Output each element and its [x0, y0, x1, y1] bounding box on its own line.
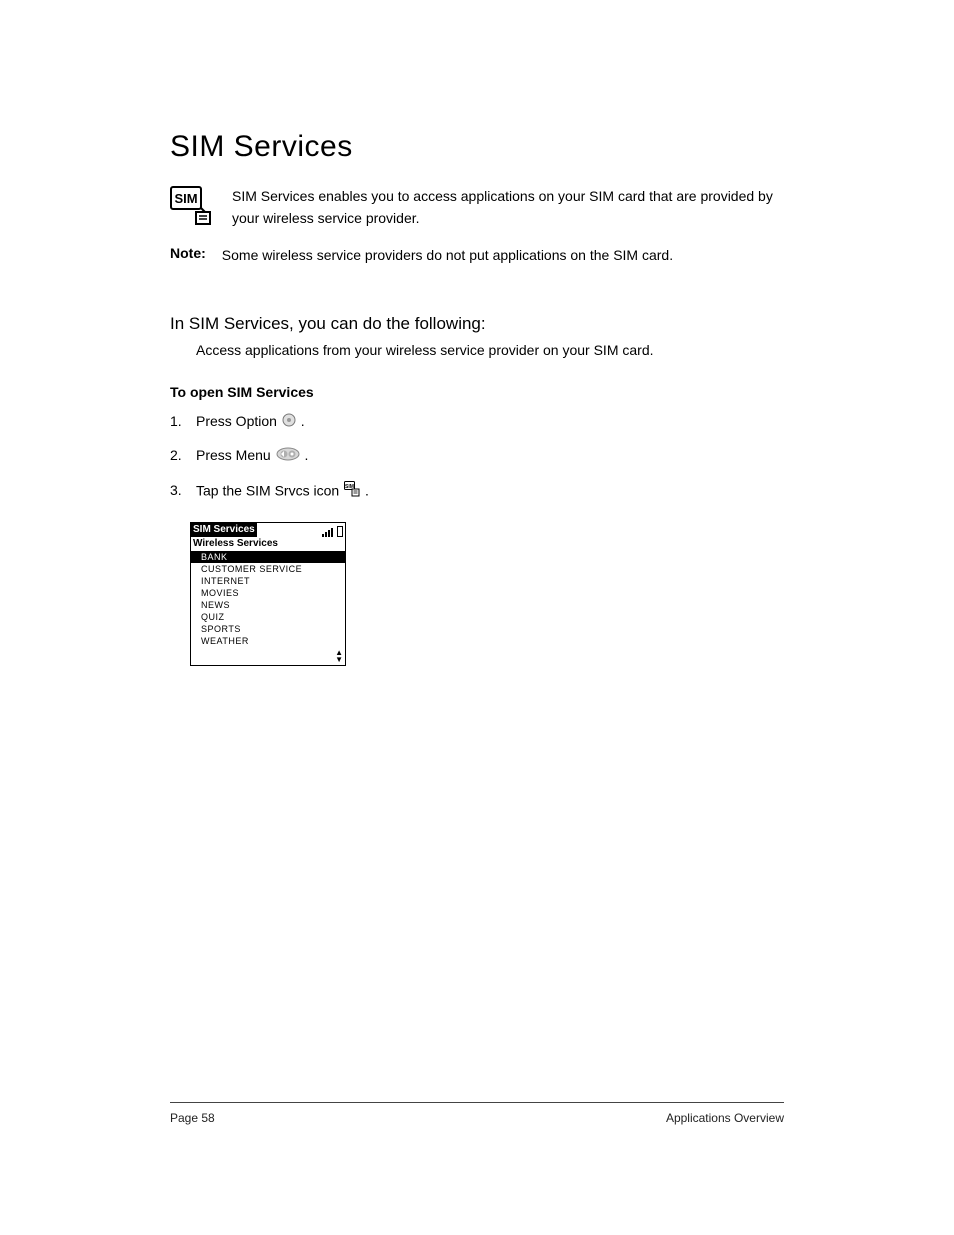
sim-srvcs-icon: SIM — [344, 481, 360, 503]
intro-row: SIM SIM Services enables you to access a… — [170, 186, 784, 229]
note-label: Note: — [170, 245, 206, 266]
screenshot-list: BANKCUSTOMER SERVICEINTERNETMOVIESNEWSQU… — [191, 551, 345, 649]
footer-section: Applications Overview — [666, 1111, 784, 1125]
intro-text: SIM Services enables you to access appli… — [232, 186, 784, 229]
page-title: SIM Services — [170, 130, 784, 164]
step-2-text-b: . — [304, 447, 308, 463]
step-2: Press Menu . — [170, 446, 784, 466]
screenshot-titlebar: SIM Services — [191, 523, 345, 537]
step-3-text-b: . — [365, 482, 369, 498]
screenshot-scroll-indicator: ▲▼ — [191, 649, 345, 665]
section-description: Access applications from your wireless s… — [196, 342, 784, 358]
step-1-text-a: Press Option — [196, 413, 281, 429]
svg-text:SIM: SIM — [174, 191, 197, 206]
procedure-steps: Press Option . Press Menu . Tap the SIM … — [170, 412, 784, 502]
screenshot-list-item: QUIZ — [191, 611, 345, 623]
menu-key-icon — [276, 447, 300, 467]
screenshot-list-item: SPORTS — [191, 623, 345, 635]
screenshot-list-item: CUSTOMER SERVICE — [191, 563, 345, 575]
screenshot-list-item: NEWS — [191, 599, 345, 611]
section-subtitle: In SIM Services, you can do the followin… — [170, 314, 784, 334]
step-3: Tap the SIM Srvcs icon SIM . — [170, 481, 784, 503]
screenshot-list-item: MOVIES — [191, 587, 345, 599]
screenshot-list-item: INTERNET — [191, 575, 345, 587]
note-text: Some wireless service providers do not p… — [222, 245, 673, 266]
page-footer: Page 58 Applications Overview — [170, 1102, 784, 1125]
step-3-text-a: Tap the SIM Srvcs icon — [196, 482, 343, 498]
note-row: Note: Some wireless service providers do… — [170, 245, 784, 266]
screenshot-status-icons — [322, 523, 345, 537]
document-page: SIM Services SIM SIM Services enables yo… — [0, 0, 954, 1235]
battery-icon — [337, 526, 343, 537]
sim-services-icon: SIM — [170, 186, 214, 226]
step-2-text-a: Press Menu — [196, 447, 275, 463]
option-key-icon — [282, 413, 296, 433]
screenshot-category: Wireless Services — [191, 537, 345, 551]
screenshot-list-item: BANK — [191, 551, 345, 563]
step-1-text-b: . — [301, 413, 305, 429]
screenshot-title: SIM Services — [191, 523, 257, 537]
footer-page-number: Page 58 — [170, 1111, 215, 1125]
step-1: Press Option . — [170, 412, 784, 432]
procedure-title: To open SIM Services — [170, 384, 784, 400]
signal-icon — [322, 527, 333, 537]
screenshot-list-item: WEATHER — [191, 635, 345, 647]
device-screenshot: SIM Services Wireless Services BANKCUSTO… — [190, 522, 346, 666]
